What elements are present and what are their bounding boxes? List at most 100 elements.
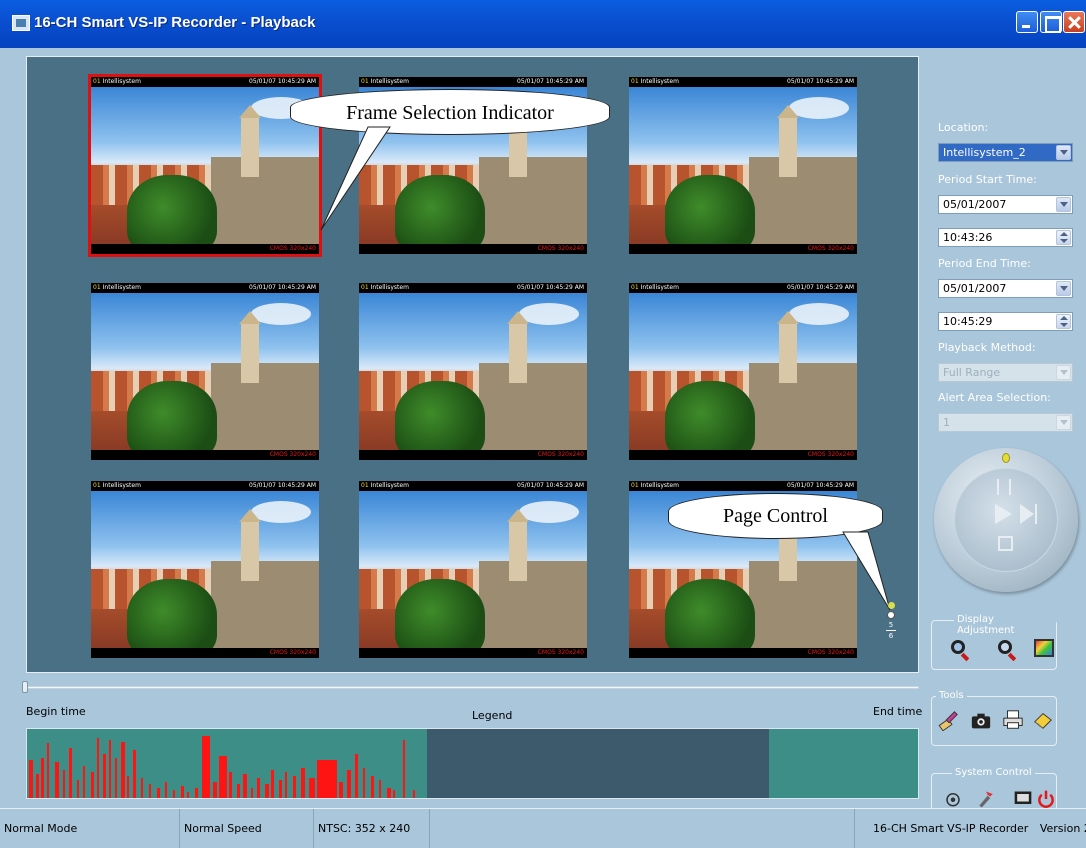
- chevron-down-icon[interactable]: [1056, 145, 1071, 160]
- start-date-value: 05/01/2007: [943, 198, 1007, 211]
- zoom-out-icon[interactable]: [998, 640, 1012, 654]
- play-button[interactable]: [995, 504, 1012, 524]
- location-label: Location:: [938, 121, 989, 134]
- activity-bar: [47, 743, 49, 798]
- eraser-icon[interactable]: [1032, 709, 1054, 731]
- video-frame: [629, 293, 857, 450]
- tree: [665, 175, 755, 244]
- bell-tower: [777, 105, 799, 177]
- video-frame: [629, 87, 857, 244]
- chevron-down-icon[interactable]: [1056, 197, 1071, 212]
- activity-bar: [237, 784, 240, 798]
- start-date-select[interactable]: 05/01/2007: [938, 195, 1073, 214]
- status-speed: Normal Speed: [180, 809, 314, 848]
- page-next-button[interactable]: [887, 611, 895, 619]
- power-icon[interactable]: [1036, 788, 1056, 810]
- activity-legend[interactable]: [26, 728, 919, 799]
- video-cell[interactable]: 01 Intellisystem 05/01/07 10:45:29 AM CMOS …: [91, 283, 319, 460]
- end-time-value: 10:45:29: [943, 315, 993, 328]
- zoom-in-icon[interactable]: [951, 640, 965, 654]
- chevron-down-icon[interactable]: [1056, 415, 1071, 430]
- building: [211, 561, 319, 648]
- camera-icon[interactable]: [970, 710, 992, 732]
- activity-bar: [379, 780, 381, 798]
- playback-method-select[interactable]: Full Range: [938, 363, 1073, 382]
- start-time-spinner[interactable]: 10:43:26: [938, 228, 1073, 247]
- cell-timestamp: 05/01/07 10:45:29 AM: [517, 482, 584, 489]
- video-cell[interactable]: 01 Intellisystem 05/01/07 10:45:29 AM CMOS …: [359, 283, 587, 460]
- title-bar: 16-CH Smart VS-IP Recorder - Playback: [0, 0, 1086, 48]
- activity-bar: [173, 790, 175, 798]
- activity-bar: [29, 760, 33, 798]
- video-frame: [91, 87, 319, 244]
- cell-resolution: CMOS 320x240: [629, 648, 857, 658]
- building: [479, 561, 587, 648]
- building: [211, 363, 319, 450]
- video-cell[interactable]: 01 Intellisystem 05/01/07 10:45:29 AM CMOS …: [629, 283, 857, 460]
- video-frame: [359, 293, 587, 450]
- edit-icon[interactable]: [938, 709, 960, 731]
- chevron-down-icon[interactable]: [1056, 281, 1071, 296]
- activity-bar: [355, 754, 358, 798]
- channel-name: Intellisystem: [370, 78, 409, 85]
- bell-tower: [239, 509, 261, 581]
- begin-time-label: Begin time: [26, 705, 86, 718]
- color-adjust-icon[interactable]: [1034, 639, 1054, 657]
- cell-resolution: CMOS 320x240: [359, 244, 587, 254]
- close-button[interactable]: [1063, 11, 1085, 33]
- end-date-select[interactable]: 05/01/2007: [938, 279, 1073, 298]
- stop-button[interactable]: [998, 536, 1013, 551]
- activity-bar: [187, 792, 189, 798]
- video-frame: [91, 491, 319, 648]
- activity-bar: [363, 768, 365, 798]
- lock-icon[interactable]: [944, 790, 962, 808]
- tree: [127, 579, 217, 648]
- minimize-button[interactable]: [1016, 11, 1038, 33]
- cell-timestamp: 05/01/07 10:45:29 AM: [517, 78, 584, 85]
- spinner-icon[interactable]: [1056, 314, 1071, 329]
- activity-bar: [36, 774, 39, 798]
- monitor-icon[interactable]: [1012, 789, 1034, 809]
- alert-area-select[interactable]: 1: [938, 413, 1073, 432]
- location-select[interactable]: Intellisystem_2: [938, 143, 1073, 162]
- print-icon[interactable]: [1002, 709, 1024, 731]
- channel-number: 01: [361, 78, 369, 85]
- playback-method-value: Full Range: [943, 366, 1001, 379]
- activity-bar: [413, 790, 415, 798]
- activity-bar: [339, 782, 343, 798]
- activity-bar: [301, 768, 305, 798]
- video-cell[interactable]: 01 Intellisystem 05/01/07 10:45:29 AM CMOS …: [88, 74, 322, 257]
- activity-bar: [157, 788, 160, 798]
- video-cell[interactable]: 01 Intellisystem 05/01/07 10:45:29 AM CMOS …: [91, 481, 319, 658]
- cell-resolution: CMOS 320x240: [629, 244, 857, 254]
- status-led-icon: [1002, 453, 1010, 463]
- cell-timestamp: 05/01/07 10:45:29 AM: [517, 284, 584, 291]
- maximize-button[interactable]: [1040, 11, 1062, 33]
- end-time-spinner[interactable]: 10:45:29: [938, 312, 1073, 331]
- building: [749, 363, 857, 450]
- channel-number: 01: [631, 284, 639, 291]
- activity-bar: [213, 782, 217, 798]
- video-cell[interactable]: 01 Intellisystem 05/01/07 10:45:29 AM CMOS …: [629, 77, 857, 254]
- pause-button[interactable]: [997, 479, 1011, 495]
- channel-name: Intellisystem: [370, 482, 409, 489]
- cell-timestamp: 05/01/07 10:45:29 AM: [787, 284, 854, 291]
- next-frame-bar-icon: [1035, 504, 1037, 524]
- video-cell[interactable]: 01 Intellisystem 05/01/07 10:45:29 AM CMOS …: [359, 481, 587, 658]
- channel-name: Intellisystem: [370, 284, 409, 291]
- spinner-icon[interactable]: [1056, 230, 1071, 245]
- page-control[interactable]: 5 6: [884, 602, 898, 658]
- cell-header: 01 Intellisystem 05/01/07 10:45:29 AM: [629, 481, 857, 491]
- activity-bar: [317, 760, 337, 798]
- settings-icon[interactable]: [976, 789, 996, 809]
- cell-header: 01 Intellisystem 05/01/07 10:45:29 AM: [91, 481, 319, 491]
- activity-bar: [55, 762, 59, 798]
- activity-bar: [127, 776, 129, 798]
- next-frame-button[interactable]: [1020, 504, 1034, 524]
- timeline-slider-track[interactable]: [26, 686, 919, 689]
- timeline-slider-thumb[interactable]: [22, 681, 28, 693]
- activity-bar: [229, 772, 232, 798]
- tree: [127, 381, 217, 450]
- chevron-down-icon[interactable]: [1056, 365, 1071, 380]
- activity-bar: [165, 782, 167, 798]
